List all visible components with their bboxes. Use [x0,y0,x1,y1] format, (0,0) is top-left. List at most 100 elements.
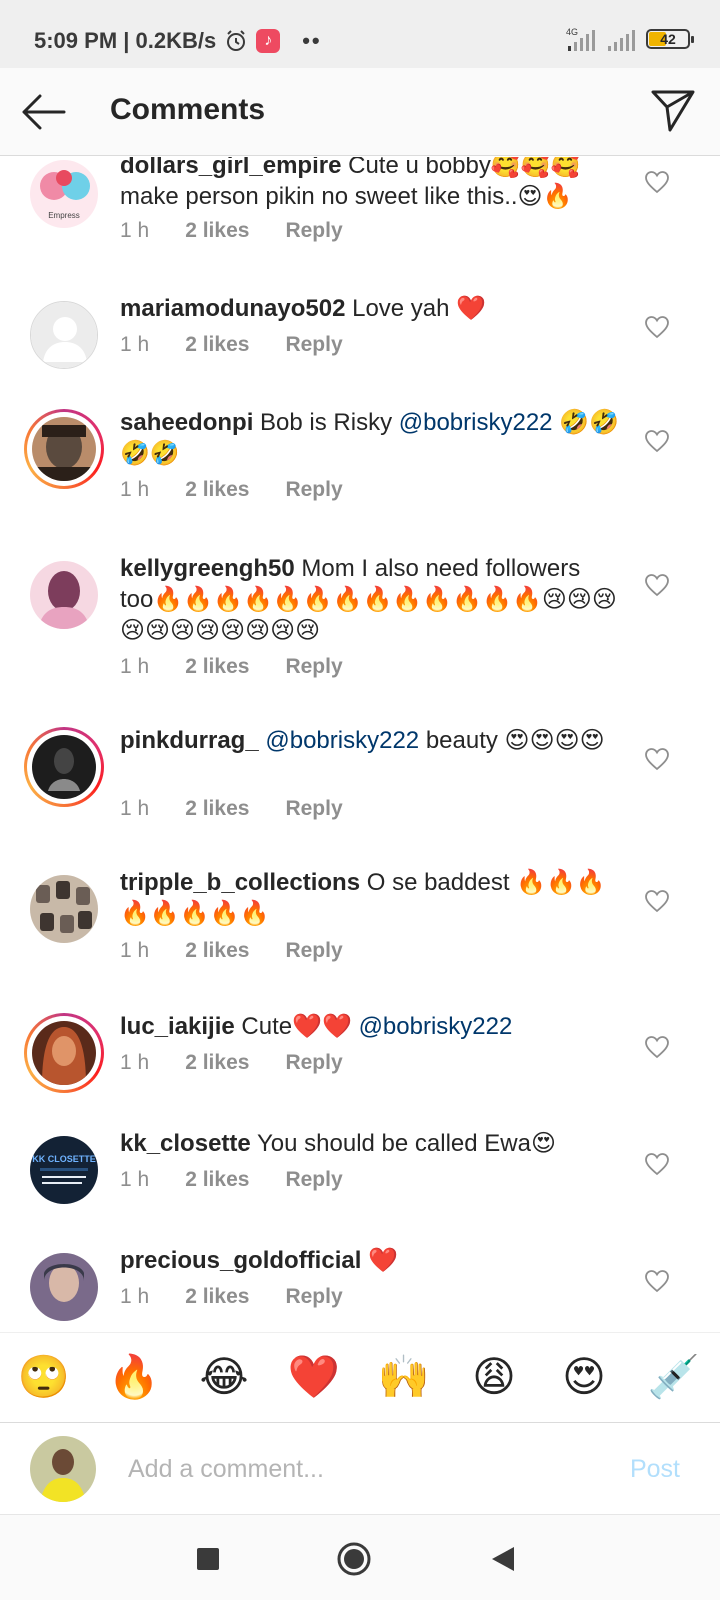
more-notifications-icon: •• [302,28,322,53]
heart-icon[interactable] [644,573,670,597]
signal-icon [608,30,635,51]
comment-time: 1 h [120,655,150,678]
reply-button[interactable]: Reply [285,333,342,357]
reply-button[interactable]: Reply [285,219,342,243]
avatar[interactable] [24,409,104,489]
comment-time: 1 h [120,219,150,242]
reply-button[interactable]: Reply [285,1285,342,1309]
comment-meta: 1 h 2 likes Reply [120,478,343,502]
comment-likes[interactable]: 2 likes [185,1285,249,1309]
emoji-button[interactable]: 💉 [646,1351,702,1403]
comment-input[interactable] [128,1445,598,1493]
comment-username[interactable]: precious_goldofficial [120,1247,361,1274]
comment-username[interactable]: mariamodunayo502 [120,295,345,322]
mention-link[interactable]: @bobrisky222 [265,727,419,754]
avatar[interactable] [24,869,104,949]
emoji-button[interactable]: 🔥 [106,1351,162,1403]
heart-icon[interactable] [644,315,670,339]
reply-button[interactable]: Reply [285,478,342,502]
comment-time: 1 h [120,939,150,962]
reply-button[interactable]: Reply [285,1168,342,1192]
comment-likes[interactable]: 2 likes [185,1051,249,1075]
avatar-image [30,875,98,943]
mention-link[interactable]: @bobrisky222 [399,409,553,436]
avatar[interactable] [24,727,104,807]
comment-text: dollars_girl_empire Cute u bobby🥰🥰🥰 make… [120,157,620,212]
system-nav-bar [0,1514,720,1600]
arrow-left-icon[interactable] [20,90,66,134]
comment-username[interactable]: kellygreengh50 [120,555,295,582]
alarm-icon [227,30,246,51]
comment-likes[interactable]: 2 likes [185,655,249,679]
comment-text: tripple_b_collections O se baddest 🔥🔥🔥🔥🔥… [120,867,620,929]
comment-username[interactable]: dollars_girl_empire [120,157,341,179]
tiktok-icon: ♪ [256,29,281,53]
comment-text: pinkdurrag_ @bobrisky222 beauty 😍😍😍😍 [120,725,620,756]
comment-text: luc_iakijie Cute❤️❤️ @bobrisky222 [120,1011,620,1042]
comment-meta: 1 h 2 likes Reply [120,655,343,679]
avatar[interactable] [24,555,104,635]
comment-likes[interactable]: 2 likes [185,333,249,357]
comment-likes[interactable]: 2 likes [185,1168,249,1192]
post-button[interactable]: Post [630,1455,680,1484]
emoji-button[interactable]: 🙄 [16,1351,72,1403]
heart-icon[interactable] [644,170,670,194]
comment-likes[interactable]: 2 likes [185,797,249,821]
emoji-button[interactable]: 😂 [196,1351,252,1403]
reply-button[interactable]: Reply [285,1051,342,1075]
comments-list[interactable]: Empress dollars_girl_empire Cute u bobby… [0,157,720,1332]
reply-button[interactable]: Reply [285,939,342,963]
comment-body: ❤️ [368,1247,398,1274]
status-time-speed: 5:09 PM | 0.2KB/s [34,28,217,53]
heart-icon[interactable] [644,1269,670,1293]
emoji-button[interactable]: ❤️ [286,1351,342,1403]
comment-likes[interactable]: 2 likes [185,939,249,963]
comment-likes[interactable]: 2 likes [185,478,249,502]
emoji-button[interactable]: 😩 [466,1351,522,1403]
home-circle-icon[interactable] [334,1539,374,1579]
comment-meta: 1 h 2 likes Reply [120,1051,343,1075]
send-icon[interactable] [650,86,696,134]
avatar[interactable] [24,295,104,375]
app-header: Comments [0,68,720,156]
comment-meta: 1 h 2 likes Reply [120,797,343,821]
avatar-image [30,561,98,629]
comment-text: kellygreengh50 Mom I also need followers… [120,553,620,646]
emoji-quick-bar: 🙄 🔥 😂 ❤️ 🙌 😩 😍 💉 [0,1332,720,1422]
comment-body-after: beauty 😍😍😍😍 [425,727,605,754]
comment-composer: Post [0,1422,720,1514]
comment-username[interactable]: luc_iakijie [120,1013,235,1040]
comment-meta: 1 h 2 likes Reply [120,939,343,963]
comment-text: mariamodunayo502 Love yah ❤️ [120,293,620,324]
heart-icon[interactable] [644,1035,670,1059]
comment-time: 1 h [120,333,150,356]
avatar[interactable]: Empress [24,157,104,234]
avatar[interactable] [24,1013,104,1093]
emoji-button[interactable]: 🙌 [376,1351,432,1403]
heart-icon[interactable] [644,429,670,453]
avatar[interactable]: KK CLOSETTE [24,1130,104,1210]
heart-icon[interactable] [644,747,670,771]
emoji-button[interactable]: 😍 [556,1351,612,1403]
back-triangle-icon[interactable] [484,1539,524,1579]
comment-likes[interactable]: 2 likes [185,219,249,243]
comment-meta: 1 h 2 likes Reply [120,333,343,357]
reply-button[interactable]: Reply [285,797,342,821]
comment-meta: 1 h 2 likes Reply [120,1168,343,1192]
battery-level: 42 [660,31,676,47]
comment-username[interactable]: pinkdurrag_ [120,727,259,754]
heart-icon[interactable] [644,1152,670,1176]
heart-icon[interactable] [644,889,670,913]
recents-square-icon[interactable] [188,1539,228,1579]
reply-button[interactable]: Reply [285,655,342,679]
comment-time: 1 h [120,1051,150,1074]
mention-link[interactable]: @bobrisky222 [359,1013,513,1040]
comment-username[interactable]: saheedonpi [120,409,253,436]
avatar-image [32,1021,96,1085]
comment-body: You should be called Ewa😍 [256,1130,556,1157]
comment-body: Cute❤️❤️ [241,1013,352,1040]
avatar[interactable] [24,1247,104,1327]
comment-username[interactable]: kk_closette [120,1130,251,1157]
comment-username[interactable]: tripple_b_collections [120,869,360,896]
comment-text: precious_goldofficial ❤️ [120,1245,620,1276]
